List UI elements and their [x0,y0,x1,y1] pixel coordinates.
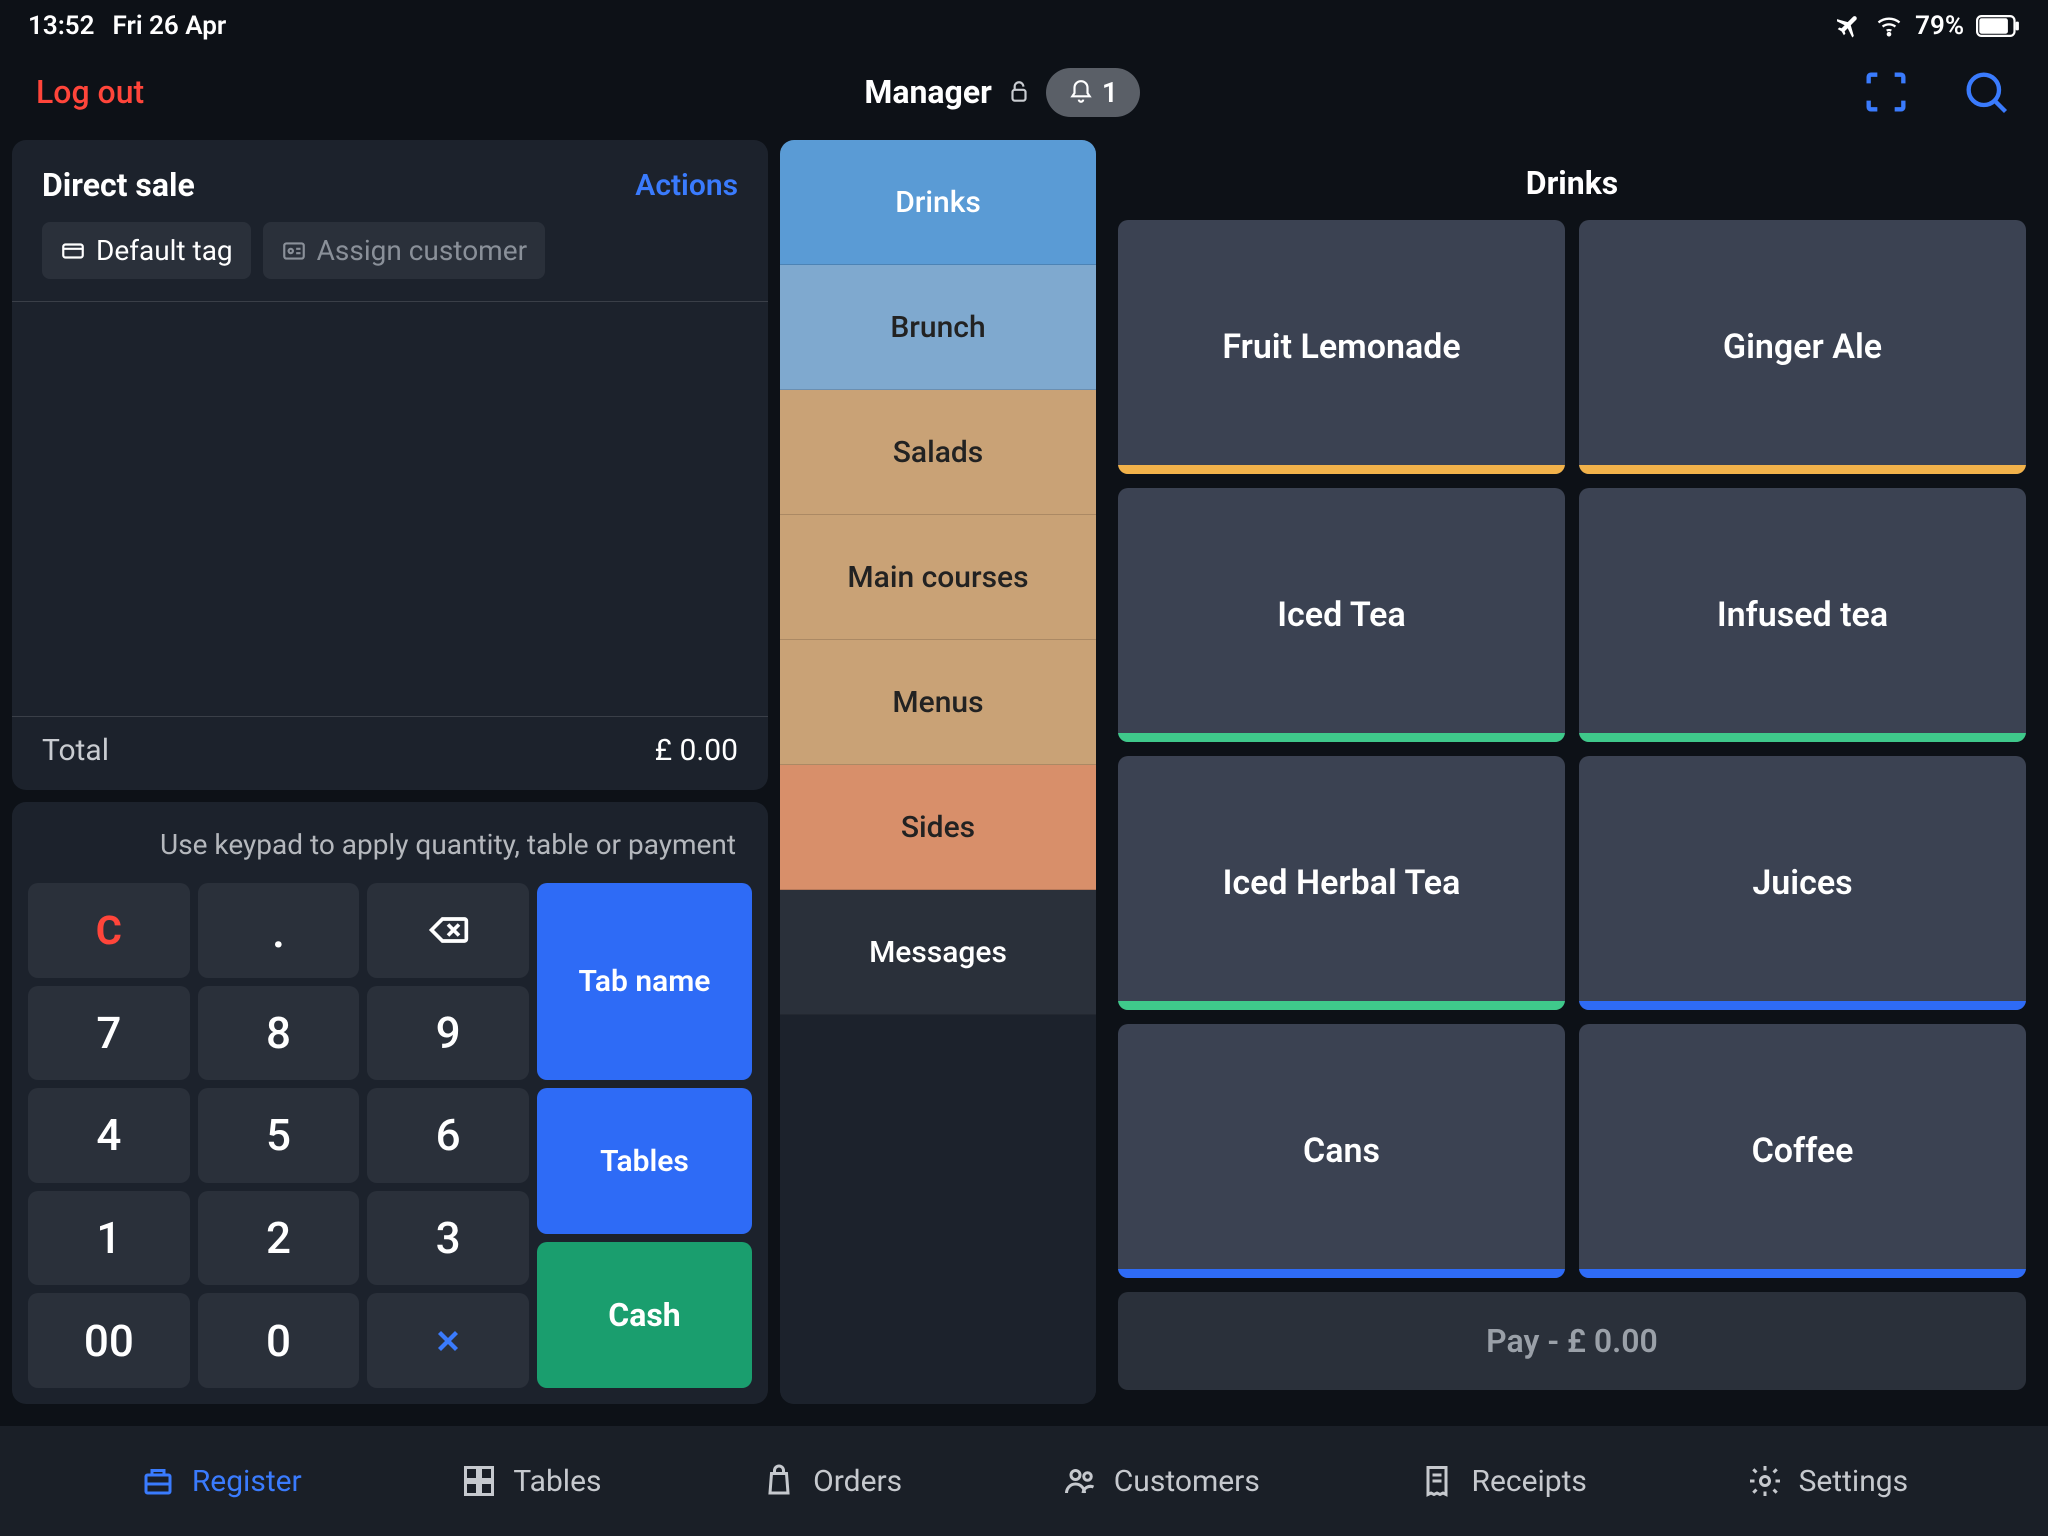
key-0[interactable]: 0 [198,1293,360,1388]
tab-register[interactable]: Register [140,1463,302,1499]
register-icon [140,1463,176,1499]
role-label: Manager [864,73,991,111]
receipts-icon [1419,1463,1455,1499]
key-5[interactable]: 5 [198,1088,360,1183]
tab-settings[interactable]: Settings [1747,1463,1909,1499]
orders-icon [761,1463,797,1499]
multiply-icon [431,1324,465,1358]
key-9[interactable]: 9 [367,986,529,1081]
sale-title: Direct sale [42,166,195,204]
category-list: DrinksBrunchSaladsMain coursesMenusSides… [780,140,1096,1404]
bell-icon [1068,79,1094,105]
total-label: Total [42,733,109,768]
key-7[interactable]: 7 [28,986,190,1081]
category-item[interactable]: Messages [780,890,1096,1015]
tab-label: Customers [1114,1464,1260,1499]
sale-panel: Direct sale Actions Default tag Assign c… [12,140,768,790]
pay-button[interactable]: Pay - £ 0.00 [1118,1292,2026,1390]
key-dot[interactable]: . [198,883,360,978]
category-item[interactable]: Main courses [780,515,1096,640]
key-4[interactable]: 4 [28,1088,190,1183]
customers-icon [1062,1463,1098,1499]
tab-customers[interactable]: Customers [1062,1463,1260,1499]
logout-button[interactable]: Log out [36,73,144,111]
category-item[interactable]: Sides [780,765,1096,890]
status-bar: 13:52 Fri 26 Apr 79% [0,0,2048,44]
key-1[interactable]: 1 [28,1191,190,1286]
key-multiply[interactable] [367,1293,529,1388]
tag-icon [60,238,86,264]
status-time: 13:52 [28,11,95,41]
sale-lines [12,302,768,716]
product-tile[interactable]: Cans [1118,1024,1565,1278]
notifications-count: 1 [1102,76,1118,109]
keypad-panel: Use keypad to apply quantity, table or p… [12,802,768,1404]
product-tile[interactable]: Coffee [1579,1024,2026,1278]
category-item[interactable]: Brunch [780,265,1096,390]
tab-label: Receipts [1471,1464,1586,1499]
search-icon[interactable] [1960,66,2012,118]
tab-receipts[interactable]: Receipts [1419,1463,1586,1499]
key-cash[interactable]: Cash [537,1242,752,1388]
key-6[interactable]: 6 [367,1088,529,1183]
keypad-hint: Use keypad to apply quantity, table or p… [28,818,752,883]
settings-icon [1747,1463,1783,1499]
product-tile[interactable]: Ginger Ale [1579,220,2026,474]
customer-icon [281,238,307,264]
tab-label: Settings [1799,1464,1909,1499]
airplane-icon [1837,13,1863,39]
notifications-button[interactable]: 1 [1046,68,1140,117]
category-fill [780,1015,1096,1404]
product-tile[interactable]: Infused tea [1579,488,2026,742]
key-8[interactable]: 8 [198,986,360,1081]
category-item[interactable]: Drinks [780,140,1096,265]
battery-percent: 79% [1915,11,1964,41]
key-2[interactable]: 2 [198,1191,360,1286]
tables-icon [461,1463,497,1499]
default-tag-chip[interactable]: Default tag [42,222,251,279]
tab-label: Tables [513,1464,601,1499]
battery-icon [1976,15,2020,37]
key-backspace[interactable] [367,883,529,978]
product-tile[interactable]: Iced Tea [1118,488,1565,742]
product-list-title: Drinks [1108,140,2036,220]
status-date: Fri 26 Apr [113,11,227,41]
default-tag-label: Default tag [96,234,233,267]
backspace-icon [426,908,470,952]
assign-customer-chip[interactable]: Assign customer [263,222,545,279]
bottom-tabs: Register Tables Orders Customers Receipts Set… [0,1426,2048,1536]
tab-orders[interactable]: Orders [761,1463,902,1499]
tab-label: Orders [813,1464,902,1499]
actions-button[interactable]: Actions [635,168,738,203]
lock-icon[interactable] [1006,79,1032,105]
product-tile[interactable]: Iced Herbal Tea [1118,756,1565,1010]
category-item[interactable]: Salads [780,390,1096,515]
total-value: £ 0.00 [655,733,738,768]
assign-customer-label: Assign customer [317,234,527,267]
product-tile[interactable]: Juices [1579,756,2026,1010]
app-header: Log out Manager 1 [0,44,2048,140]
wifi-icon [1875,12,1903,40]
key-clear[interactable]: C [28,883,190,978]
key-tables[interactable]: Tables [537,1088,752,1234]
category-item[interactable]: Menus [780,640,1096,765]
tab-label: Register [192,1464,302,1499]
key-3[interactable]: 3 [367,1191,529,1286]
key-00[interactable]: 00 [28,1293,190,1388]
tab-tables[interactable]: Tables [461,1463,601,1499]
scan-icon[interactable] [1860,66,1912,118]
product-tile[interactable]: Fruit Lemonade [1118,220,1565,474]
key-tab-name[interactable]: Tab name [537,883,752,1080]
product-grid: Fruit LemonadeGinger AleIced TeaInfused … [1108,220,2036,1278]
